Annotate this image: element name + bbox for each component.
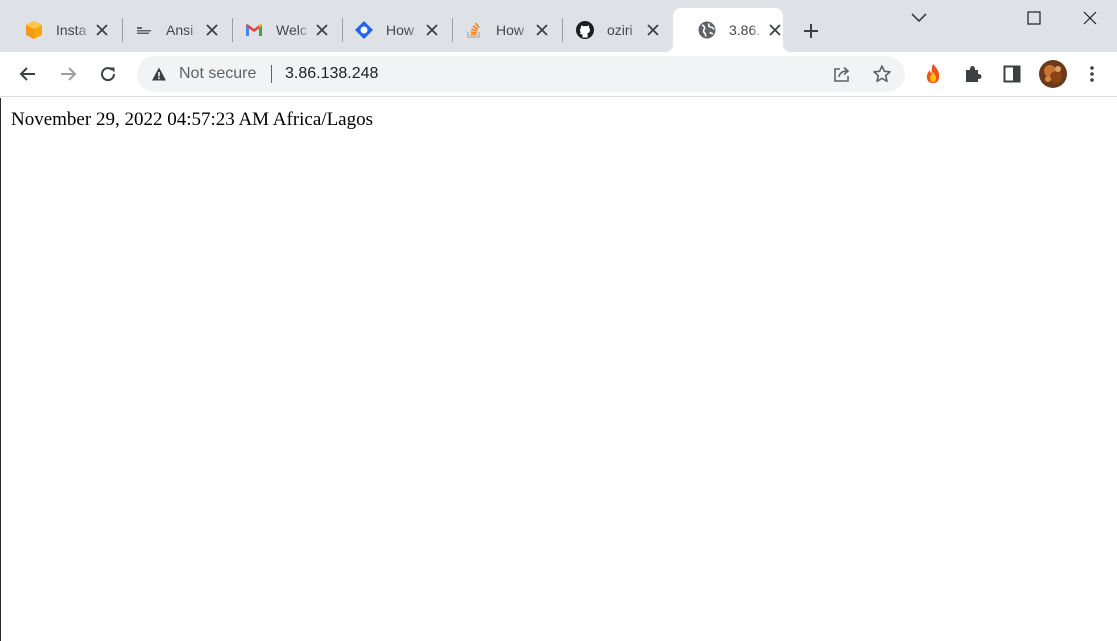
back-button[interactable] xyxy=(13,58,43,90)
tab-title: oziri xyxy=(607,22,633,38)
puzzle-piece-icon xyxy=(966,66,982,82)
tab-instances[interactable]: Insta xyxy=(0,8,123,52)
close-tab-icon[interactable] xyxy=(314,22,330,38)
bookmark-star-icon[interactable] xyxy=(871,63,893,85)
new-tab-button[interactable] xyxy=(798,18,824,44)
close-tab-icon[interactable] xyxy=(534,22,550,38)
browser-toolbar: Not secure 3.86.138.248 xyxy=(0,52,1117,97)
tab-title: Ansi xyxy=(166,22,194,38)
close-window-button[interactable] xyxy=(1062,0,1117,36)
datetime-text: November 29, 2022 04:57:23 AM Africa/Lag… xyxy=(11,109,374,130)
security-status-label[interactable]: Not secure xyxy=(179,65,256,83)
close-tab-icon[interactable] xyxy=(645,22,661,38)
tab-title: Welc xyxy=(276,22,307,38)
arrow-right-icon xyxy=(61,67,77,81)
ansible-doc-icon xyxy=(134,20,154,40)
more-vert-icon xyxy=(1090,66,1094,82)
extension-fire-button[interactable] xyxy=(918,58,948,90)
tab-ansible[interactable]: Ansi xyxy=(110,8,233,52)
tab-github[interactable]: oziri xyxy=(551,8,661,52)
tab-how-2[interactable]: How xyxy=(440,8,563,52)
close-tab-icon[interactable] xyxy=(204,22,220,38)
close-tab-icon[interactable] xyxy=(94,22,110,38)
tab-active-ip[interactable]: 3.86. xyxy=(665,8,791,52)
maximize-button[interactable] xyxy=(1006,0,1062,36)
maximize-icon xyxy=(1027,11,1041,25)
diamond-blue-icon xyxy=(354,20,374,40)
tab-search-button[interactable] xyxy=(891,0,947,36)
arrow-left-icon xyxy=(19,67,35,81)
profile-button[interactable] xyxy=(1037,58,1069,90)
tab-how-1[interactable]: How xyxy=(330,8,453,52)
side-panel-icon xyxy=(1003,65,1021,83)
tab-gmail[interactable]: Welc xyxy=(220,8,343,52)
reload-icon xyxy=(101,67,116,82)
avatar xyxy=(1039,60,1067,88)
warning-triangle-icon[interactable] xyxy=(151,66,167,82)
tab-title: How xyxy=(386,22,415,38)
tab-title: How xyxy=(496,22,525,38)
close-tab-icon[interactable] xyxy=(424,22,440,38)
share-icon[interactable] xyxy=(831,63,853,85)
address-bar[interactable]: Not secure 3.86.138.248 xyxy=(137,56,905,92)
stackoverflow-icon xyxy=(464,20,484,40)
globe-icon xyxy=(697,20,717,40)
github-icon xyxy=(575,20,595,40)
gmail-icon xyxy=(244,20,264,40)
chevron-down-icon xyxy=(911,13,927,23)
close-tab-icon[interactable] xyxy=(767,22,783,38)
browser-menu-button[interactable] xyxy=(1077,58,1107,90)
close-icon xyxy=(1083,11,1097,25)
reload-button[interactable] xyxy=(93,58,123,90)
aws-box-icon xyxy=(24,20,44,40)
tab-strip: Insta Ansi Welc How How oziri 3.86. xyxy=(0,0,1117,52)
url-text[interactable]: 3.86.138.248 xyxy=(285,65,378,83)
forward-button[interactable] xyxy=(53,58,83,90)
omnibox-divider xyxy=(271,65,272,83)
fire-extension-icon xyxy=(926,64,940,83)
tab-title: 3.86. xyxy=(729,22,761,38)
side-panel-button[interactable] xyxy=(997,58,1027,90)
extensions-button[interactable] xyxy=(957,58,987,90)
tab-title: Insta xyxy=(56,22,87,38)
page-content: November 29, 2022 04:57:23 AM Africa/Lag… xyxy=(0,98,1117,641)
